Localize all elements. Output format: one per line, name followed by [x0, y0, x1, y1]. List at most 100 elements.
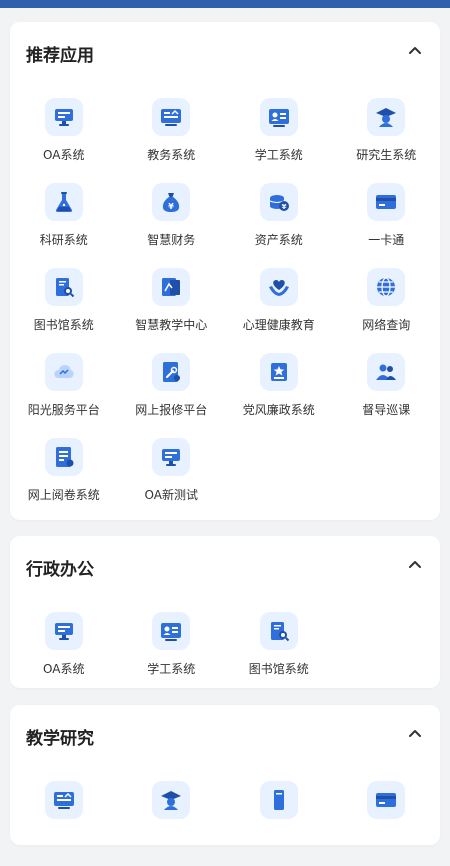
- app-tile[interactable]: 督导巡课: [333, 353, 441, 438]
- app-icon-box: [152, 268, 191, 306]
- app-grid: [10, 781, 440, 866]
- svg-text:¥: ¥: [281, 203, 286, 211]
- app-label: 网上报修平台: [135, 403, 208, 417]
- app-icon-box: [152, 781, 191, 819]
- chevron-up-icon[interactable]: [408, 727, 422, 741]
- app-tile[interactable]: 网上报修平台: [118, 353, 226, 438]
- app-label: 一卡通: [368, 233, 405, 247]
- top-status-bar: [0, 0, 450, 8]
- app-grid: OA系统 学工系统 图书馆系统: [10, 612, 440, 697]
- app-label: 学工系统: [147, 662, 196, 676]
- app-tile[interactable]: 党风廉政系统: [225, 353, 333, 438]
- app-tile[interactable]: 智慧教学中心: [118, 268, 226, 353]
- app-tile[interactable]: OA系统: [10, 612, 118, 697]
- app-icon-box: [367, 353, 406, 391]
- chevron-up-icon[interactable]: [408, 558, 422, 572]
- app-label: OA新测试: [144, 488, 198, 502]
- app-label: 心理健康教育: [242, 318, 315, 332]
- teaching-icon: [162, 278, 181, 296]
- globe-icon: [377, 277, 396, 297]
- app-label: OA系统: [43, 148, 85, 162]
- app-icon-box: [44, 438, 83, 476]
- app-tile[interactable]: ¥ 智慧财务: [118, 183, 226, 268]
- app-icon-box: ¥: [259, 183, 298, 221]
- app-label: 网络查询: [362, 318, 411, 332]
- app-icon-box: [44, 781, 83, 819]
- badge-icon: [270, 363, 287, 381]
- id-card-icon: [161, 623, 182, 641]
- book-icon: [273, 790, 284, 810]
- section-title: 推荐应用: [26, 46, 94, 66]
- section-administration: 行政办公 OA系统 学工系统 图书馆系统: [10, 536, 440, 688]
- app-tile[interactable]: OA系统: [10, 98, 118, 183]
- monitor-icon: [54, 109, 73, 126]
- heart-hands-icon: [268, 280, 289, 296]
- section-header[interactable]: 行政办公: [10, 536, 440, 596]
- app-icon-box: [367, 98, 406, 136]
- board-icon: [161, 109, 182, 126]
- repair-icon: [163, 362, 181, 382]
- board-icon: [53, 792, 74, 809]
- app-icon-box: [44, 353, 83, 391]
- app-icon-box: [259, 353, 298, 391]
- app-label: 教务系统: [147, 148, 196, 162]
- app-label: 网上阅卷系统: [27, 488, 100, 502]
- app-icon-box: [367, 781, 406, 819]
- library-icon: [55, 278, 74, 298]
- app-label: OA系统: [43, 662, 85, 676]
- monitor-icon: [54, 623, 73, 640]
- exam-paper-icon: [55, 447, 74, 467]
- id-card-icon: [268, 109, 289, 127]
- app-tile[interactable]: 阳光服务平台: [10, 353, 118, 438]
- section-title: 教学研究: [26, 729, 94, 749]
- app-tile[interactable]: 网络查询: [333, 268, 441, 353]
- app-tile[interactable]: ¥ 资产系统: [225, 183, 333, 268]
- app-tile[interactable]: [118, 781, 226, 866]
- section-recommended: 推荐应用 OA系统 教务系统 学工系统 研究生系统科研系统 ¥ 智慧财务 ¥ 资产系统 一卡通图…: [10, 22, 440, 520]
- app-icon-box: [259, 781, 298, 819]
- app-tile[interactable]: 网上阅卷系统: [10, 438, 118, 523]
- app-icon-box: [44, 98, 83, 136]
- app-tile[interactable]: 心理健康教育: [225, 268, 333, 353]
- app-icon-box: [259, 612, 298, 650]
- app-label: 科研系统: [39, 233, 88, 247]
- app-icon-box: [152, 438, 191, 476]
- graduate-icon: [161, 791, 182, 810]
- app-tile[interactable]: 科研系统: [10, 183, 118, 268]
- graduate-icon: [376, 108, 397, 127]
- app-tile[interactable]: [225, 781, 333, 866]
- app-icon-box: [152, 612, 191, 650]
- app-icon-box: [259, 268, 298, 306]
- monitor-icon: [162, 449, 181, 466]
- app-tile[interactable]: 学工系统: [225, 98, 333, 183]
- app-label: 学工系统: [254, 148, 303, 162]
- app-icon-box: [44, 268, 83, 306]
- app-icon-box: [367, 183, 406, 221]
- app-icon-box: [367, 268, 406, 306]
- section-header[interactable]: 推荐应用: [10, 22, 440, 82]
- app-icon-box: [259, 98, 298, 136]
- app-tile[interactable]: 图书馆系统: [225, 612, 333, 697]
- library-icon: [270, 622, 289, 642]
- app-icon-box: [44, 612, 83, 650]
- money-bag-icon: ¥: [163, 193, 180, 212]
- app-icon-box: [44, 183, 83, 221]
- app-tile[interactable]: [333, 781, 441, 866]
- app-label: 智慧财务: [147, 233, 196, 247]
- app-tile[interactable]: 研究生系统: [333, 98, 441, 183]
- app-tile[interactable]: 教务系统: [118, 98, 226, 183]
- app-tile[interactable]: 学工系统: [118, 612, 226, 697]
- section-header[interactable]: 教学研究: [10, 705, 440, 765]
- app-tile[interactable]: [10, 781, 118, 866]
- app-icon-box: [152, 98, 191, 136]
- app-tile[interactable]: 一卡通: [333, 183, 441, 268]
- app-tile[interactable]: OA新测试: [118, 438, 226, 523]
- card-icon: [376, 195, 397, 209]
- app-label: 图书馆系统: [33, 318, 94, 332]
- app-icon-box: ¥: [152, 183, 191, 221]
- card-icon: [376, 793, 397, 807]
- app-tile[interactable]: 图书馆系统: [10, 268, 118, 353]
- app-label: 研究生系统: [356, 148, 417, 162]
- chevron-up-icon[interactable]: [408, 44, 422, 58]
- app-label: 党风廉政系统: [242, 403, 315, 417]
